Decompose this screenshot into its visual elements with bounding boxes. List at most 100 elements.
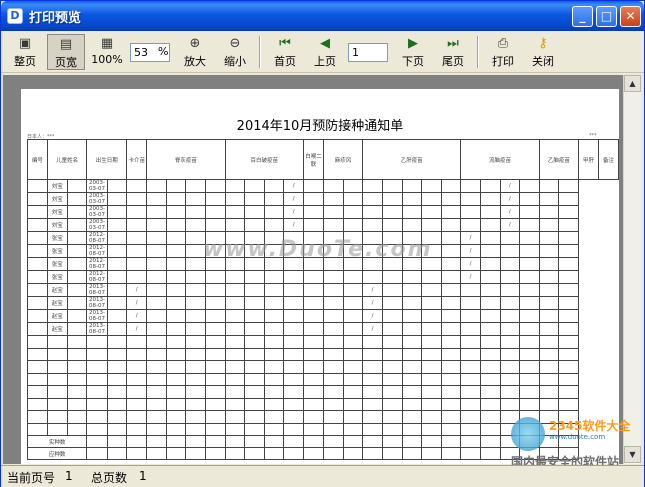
table-cell bbox=[440, 270, 462, 284]
table-cell bbox=[126, 231, 148, 245]
table-cell bbox=[362, 385, 383, 399]
table-cell bbox=[440, 335, 462, 349]
page-number-input[interactable]: 1 bbox=[348, 43, 388, 62]
table-cell: / bbox=[460, 244, 481, 258]
table-cell bbox=[185, 179, 206, 193]
vertical-scrollbar[interactable]: ▲ ▼ bbox=[623, 75, 641, 464]
table-cell bbox=[558, 231, 580, 245]
table-cell bbox=[224, 397, 246, 411]
table-cell: 2013-08-07 bbox=[86, 309, 108, 323]
table-cell bbox=[204, 347, 226, 361]
table-cell bbox=[46, 372, 68, 386]
scroll-track[interactable] bbox=[624, 92, 641, 446]
minimize-button[interactable]: _ bbox=[572, 6, 593, 27]
column-header: 编号 bbox=[27, 139, 48, 180]
close-button[interactable]: ⚷ 关闭 bbox=[525, 34, 561, 70]
table-cell bbox=[538, 296, 560, 310]
table-cell bbox=[263, 360, 285, 374]
table-cell bbox=[322, 283, 344, 297]
zoom-in-button[interactable]: ⊕ 放大 bbox=[177, 34, 213, 70]
table-cell bbox=[106, 244, 128, 258]
table-cell bbox=[558, 244, 580, 258]
table-cell bbox=[185, 296, 206, 310]
table-cell bbox=[342, 205, 364, 219]
table-cell bbox=[146, 347, 167, 361]
table-cell bbox=[440, 410, 462, 424]
table-cell bbox=[519, 309, 540, 323]
table-cell bbox=[66, 179, 88, 193]
table-cell bbox=[322, 372, 344, 386]
table-cell bbox=[303, 372, 324, 386]
zoom-out-button[interactable]: ⊖ 缩小 bbox=[217, 34, 253, 70]
table-cell bbox=[342, 447, 364, 460]
maximize-button[interactable]: □ bbox=[596, 6, 617, 27]
table-cell bbox=[66, 244, 88, 258]
table-cell bbox=[322, 218, 344, 232]
table-cell bbox=[538, 322, 560, 336]
table-cell bbox=[479, 257, 501, 271]
table-cell bbox=[401, 347, 423, 361]
whole-page-button[interactable]: ▣ 整页 bbox=[7, 34, 43, 70]
title-bar[interactable]: D 打印预览 _ □ ✕ bbox=[1, 1, 644, 31]
table-cell bbox=[342, 218, 364, 232]
table-cell bbox=[558, 309, 580, 323]
table-cell bbox=[303, 218, 324, 232]
prev-page-button[interactable]: ◀ 上页 bbox=[307, 34, 343, 70]
table-cell: / bbox=[126, 322, 148, 336]
table-cell bbox=[362, 192, 383, 206]
table-cell bbox=[263, 296, 285, 310]
table-cell bbox=[165, 296, 187, 310]
table-cell bbox=[401, 296, 423, 310]
last-page-button[interactable]: ⏭ 尾页 bbox=[435, 34, 471, 70]
table-cell: 张宝 bbox=[46, 244, 68, 258]
table-cell bbox=[362, 335, 383, 349]
whole-page-label: 整页 bbox=[14, 55, 36, 68]
close-window-button[interactable]: ✕ bbox=[620, 6, 641, 27]
scroll-up-button[interactable]: ▲ bbox=[624, 75, 641, 92]
column-header: 备注 bbox=[597, 139, 620, 180]
table-cell bbox=[322, 309, 344, 323]
table-cell bbox=[401, 192, 423, 206]
page-width-button[interactable]: ▤ 页宽 bbox=[47, 34, 85, 70]
table-cell bbox=[146, 422, 167, 436]
table-cell bbox=[185, 322, 206, 336]
table-cell bbox=[204, 218, 226, 232]
table-cell bbox=[558, 205, 580, 219]
table-cell bbox=[322, 360, 344, 374]
table-cell bbox=[66, 270, 88, 284]
preview-area[interactable]: 2014年10月预防接种通知单 日本人：*** *** 编号 儿童姓名 出生日期 卡介… bbox=[3, 75, 623, 464]
table-row bbox=[27, 335, 619, 349]
table-cell bbox=[146, 309, 167, 323]
table-cell bbox=[440, 435, 462, 448]
table-cell bbox=[519, 257, 540, 271]
table-cell bbox=[303, 322, 324, 336]
table-row bbox=[27, 385, 619, 399]
table-cell bbox=[66, 410, 88, 424]
table-cell bbox=[440, 244, 462, 258]
table-cell bbox=[421, 179, 442, 193]
table-cell bbox=[440, 385, 462, 399]
table-cell bbox=[538, 205, 560, 219]
next-page-button[interactable]: ▶ 下页 bbox=[395, 34, 431, 70]
table-cell bbox=[362, 270, 383, 284]
scroll-down-button[interactable]: ▼ bbox=[624, 446, 641, 463]
table-cell: 赵宝 bbox=[46, 296, 68, 310]
table-cell bbox=[303, 309, 324, 323]
table-cell bbox=[460, 435, 481, 448]
table-cell: / bbox=[283, 192, 305, 206]
table-cell bbox=[342, 435, 364, 448]
table-cell bbox=[401, 309, 423, 323]
percent-100-button[interactable]: ▦ 100% bbox=[89, 34, 125, 70]
percent-100-label: 100% bbox=[91, 53, 123, 66]
print-button[interactable]: ⎙ 打印 bbox=[485, 34, 521, 70]
table-cell: 赵宝 bbox=[46, 322, 68, 336]
table-cell bbox=[204, 335, 226, 349]
first-page-label: 首页 bbox=[274, 55, 296, 68]
table-cell bbox=[538, 179, 560, 193]
first-page-button[interactable]: ⏮ 首页 bbox=[267, 34, 303, 70]
table-cell: / bbox=[460, 270, 481, 284]
table-cell bbox=[538, 397, 560, 411]
table-cell bbox=[283, 435, 305, 448]
zoom-out-label: 缩小 bbox=[224, 55, 246, 68]
table-cell bbox=[106, 296, 128, 310]
